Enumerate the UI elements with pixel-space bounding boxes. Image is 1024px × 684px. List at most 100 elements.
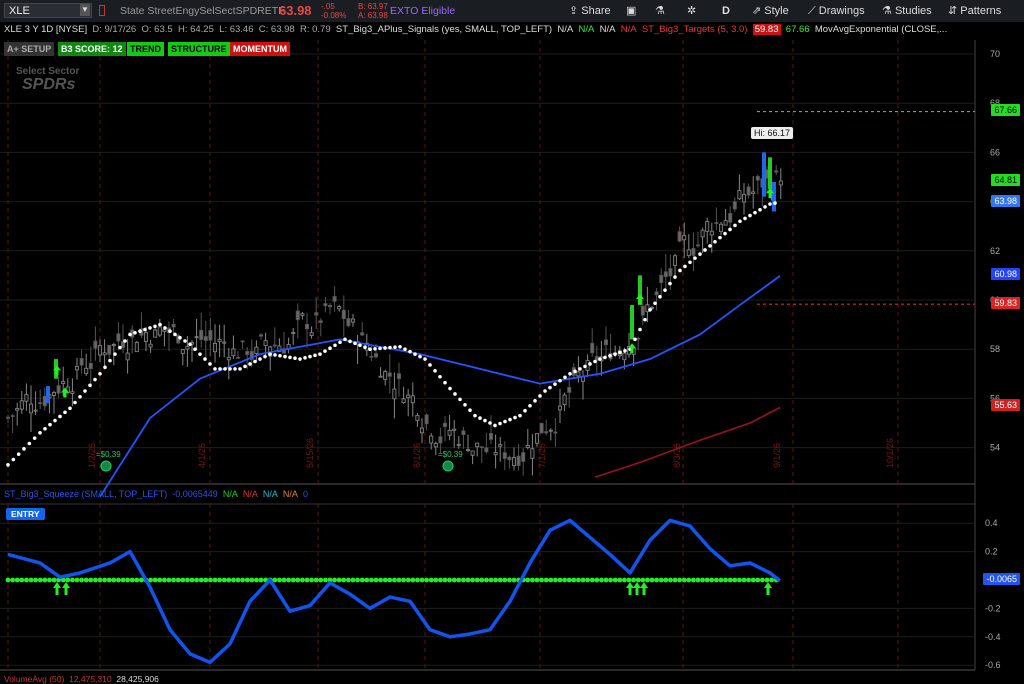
trailing-stop-dot [583,364,587,369]
chart-canvas[interactable]: 7068666462605856541/2/264/1/265/15/266/1… [0,22,1024,682]
squeeze-entry-arrow-icon [633,582,641,595]
trailing-stop-dot [418,354,422,359]
squeeze-study-label[interactable]: ST_Big3_Squeeze (SMALL, TOP_LEFT) [4,489,167,499]
trailing-stop-dot [293,356,297,361]
candle-body [93,340,98,349]
trailing-stop-dot [398,344,402,349]
candle-body [663,271,668,278]
study-ema-label[interactable]: MovAvgExponential (CLOSE,... [815,24,947,35]
squeeze-dot [585,577,590,583]
candle-body [659,274,664,283]
candle-body [604,339,609,346]
candle-body [199,329,204,340]
squeeze-dot [474,577,480,583]
trailing-stop-dot [258,357,262,361]
study-na-4: N/A [620,24,637,35]
bid-price: B: 63.97 [358,2,388,11]
squeeze-dot [714,577,719,583]
candle-body [544,431,549,434]
entry-badge: ENTRY [6,508,45,520]
squeeze-dot [424,577,429,583]
snapshot-icon[interactable]: ▣ [626,0,636,22]
gear-icon[interactable]: ✲ [687,0,696,22]
squeeze-dot [405,577,411,583]
squeeze-dot [677,577,682,583]
candle-body [42,395,47,407]
trailing-stop-dot [48,422,52,427]
trailing-stop-dot [503,419,507,424]
symbol-dropdown-icon[interactable]: ▼ [80,4,90,16]
squeeze-dot [732,577,738,583]
trailing-stop-dot [58,414,62,419]
trailing-stop-dot [768,202,772,206]
candle-body [346,318,351,327]
trailing-stop-dot [568,372,572,376]
squeeze-dot [760,577,765,583]
trailing-stop-dot [288,355,292,360]
squeeze-dot [189,577,195,583]
style-icon: ⇗ [752,5,762,17]
candle-body [272,344,277,347]
squeeze-dot [231,577,236,583]
info-date: D: 9/17/26 [92,24,137,35]
squeeze-axis-tick: -0.2 [985,603,1001,613]
chart-area[interactable]: 7068666462605856541/2/264/1/265/15/266/1… [0,22,1024,682]
dividend-icon [442,460,454,472]
candle-body [38,402,43,405]
trailing-stop-dot [188,342,192,347]
study-targets-label[interactable]: ST_Big3_Targets (5, 3.0) [642,24,748,35]
squeeze-dot [304,577,310,583]
trailing-stop-dot [408,349,412,354]
squeeze-dot [415,577,420,583]
trailing-stop-dot [253,359,257,364]
squeeze-dot [451,577,457,583]
squeeze-dot [373,577,379,583]
candle-body [705,221,710,232]
candle-body [673,255,678,266]
candle-body [438,436,443,444]
study-na-2: N/A [578,24,595,35]
squeeze-dot [313,577,319,583]
trend-badge: TREND [127,42,164,56]
squeeze-dot [24,577,29,583]
studies-button[interactable]: ⚗ Studies [882,0,932,22]
trailing-stop-dot [343,337,347,342]
candle-body [222,341,227,344]
green-price-label: 64.81 [991,174,1020,186]
trailing-stop-dot [448,386,452,391]
drawings-button[interactable]: ⟋ Drawings [808,0,865,22]
flask-icon[interactable]: ⚗ [655,0,665,22]
volume-label[interactable]: VolumeAvg (50) [4,674,64,684]
dividend-label: =$0.39 [438,450,463,459]
candle-body [507,456,512,461]
candle-body [502,452,507,459]
symbol-input[interactable]: XLE [4,3,92,18]
squeeze-dot [608,577,613,583]
trailing-stop-dot [108,358,112,363]
trailing-stop-dot [763,205,767,209]
info-high: H: 64.25 [177,24,214,35]
style-button[interactable]: ⇗ Style [752,0,789,22]
study-signals-label[interactable]: ST_Big3_APlus_Signals (yes, SMALL, TOP_L… [336,24,552,35]
trailing-stop-dot [233,367,237,371]
squeeze-dot [249,577,255,583]
squeeze-dot [396,577,402,583]
candle-body [383,371,388,380]
candle-body [640,305,645,316]
squeeze-dot [125,577,130,583]
drawings-label: Drawings [818,5,865,17]
squeeze-dot [212,577,218,583]
candle-body [682,235,687,241]
trailing-stop-dot [393,345,397,349]
candle-body [185,346,190,350]
period-button[interactable]: D [722,0,730,22]
squeeze-entry-arrow-icon [53,582,61,595]
patterns-button[interactable]: ⇵ Patterns [948,0,1001,22]
squeeze-dot [456,577,462,583]
exto-link[interactable]: EXTO Eligible [390,0,455,22]
trailing-stop-dot [498,421,502,426]
share-button[interactable]: ⇪ Share [569,0,611,22]
trailing-stop-dot [193,347,197,352]
flag-icon[interactable] [99,5,105,16]
trailing-stop-dot [438,374,442,379]
